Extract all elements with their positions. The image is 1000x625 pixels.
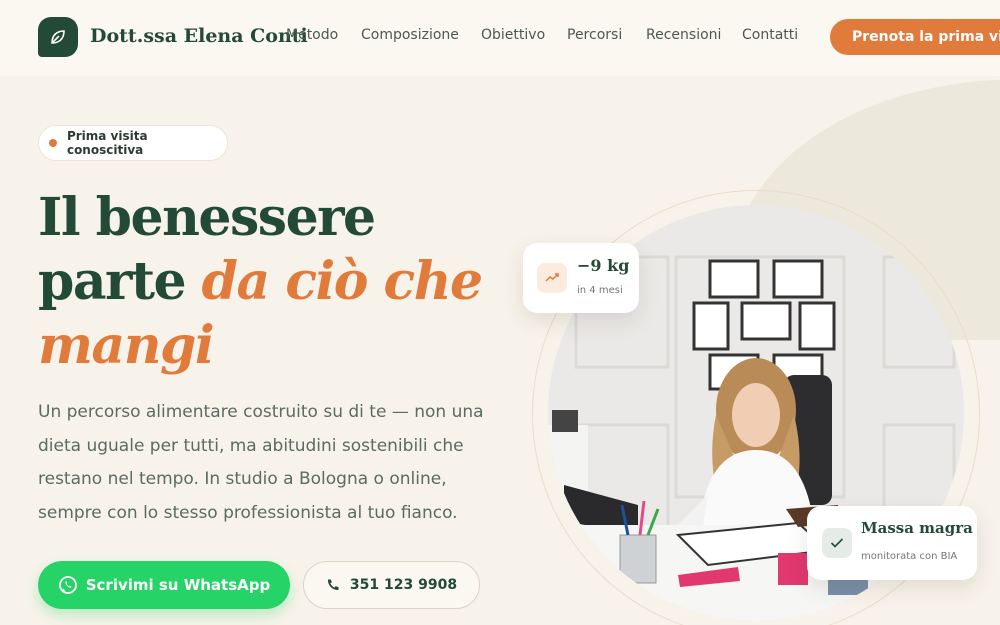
hero-title-line-3: mangi (38, 314, 215, 378)
hero-badge-label: Prima visita conoscitiva (66, 129, 148, 157)
hero-title-line-2: parte da ciò che (38, 250, 483, 314)
check-icon (830, 538, 844, 548)
phone-number: 351 123 9908 (349, 577, 458, 593)
nav-link-obiettivo[interactable]: Obiettivo (481, 27, 545, 43)
phone-button[interactable]: 351 123 9908 (303, 561, 480, 609)
nav-link-recensioni[interactable]: Recensioni (646, 27, 721, 43)
nav-link-percorsi[interactable]: Percorsi (567, 27, 622, 43)
brand-name[interactable]: Dott.ssa Elena Conti (90, 25, 308, 47)
lean-mass-title: Massa magra (861, 519, 973, 537)
nav-link-composizione[interactable]: Composizione (361, 27, 459, 43)
hero-lead: Un percorso alimentare costruito su di t… (38, 402, 484, 523)
hero-title-accent: da ciò che (201, 251, 483, 312)
weight-loss-card: −9 kg in 4 mesi (523, 243, 639, 313)
badge-dot (49, 139, 57, 147)
lean-mass-card: Massa magra monitorata con BIA (807, 506, 977, 580)
whatsapp-button[interactable]: Scrivimi su WhatsApp (38, 561, 290, 609)
leaf-icon (51, 30, 65, 44)
nav-link-contatti[interactable]: Contatti (742, 27, 798, 43)
hero-title-plain: parte (38, 251, 187, 312)
nav-link-metodo[interactable]: Metodo (286, 27, 338, 43)
trend-up-icon (545, 273, 559, 282)
book-visit-button[interactable]: Prenota la prima visita (830, 19, 1000, 55)
hero-title-accent-2: mangi (38, 315, 215, 376)
phone-icon (327, 579, 339, 591)
trend-up-icon-wrapper (537, 263, 567, 293)
check-icon-wrapper (822, 528, 852, 558)
weight-loss-caption: in 4 mesi (577, 285, 623, 296)
hero-title-line-1: Il benessere (38, 187, 376, 248)
hero-badge: Prima visita conoscitiva (38, 125, 228, 161)
weight-loss-value: −9 kg (577, 256, 630, 275)
whatsapp-icon (58, 576, 77, 594)
whatsapp-button-label: Scrivimi su WhatsApp (85, 576, 271, 594)
logo[interactable] (38, 17, 78, 57)
lean-mass-caption: monitorata con BIA (861, 551, 958, 562)
top-nav: Dott.ssa Elena Conti Metodo Composizione… (0, 0, 1000, 76)
